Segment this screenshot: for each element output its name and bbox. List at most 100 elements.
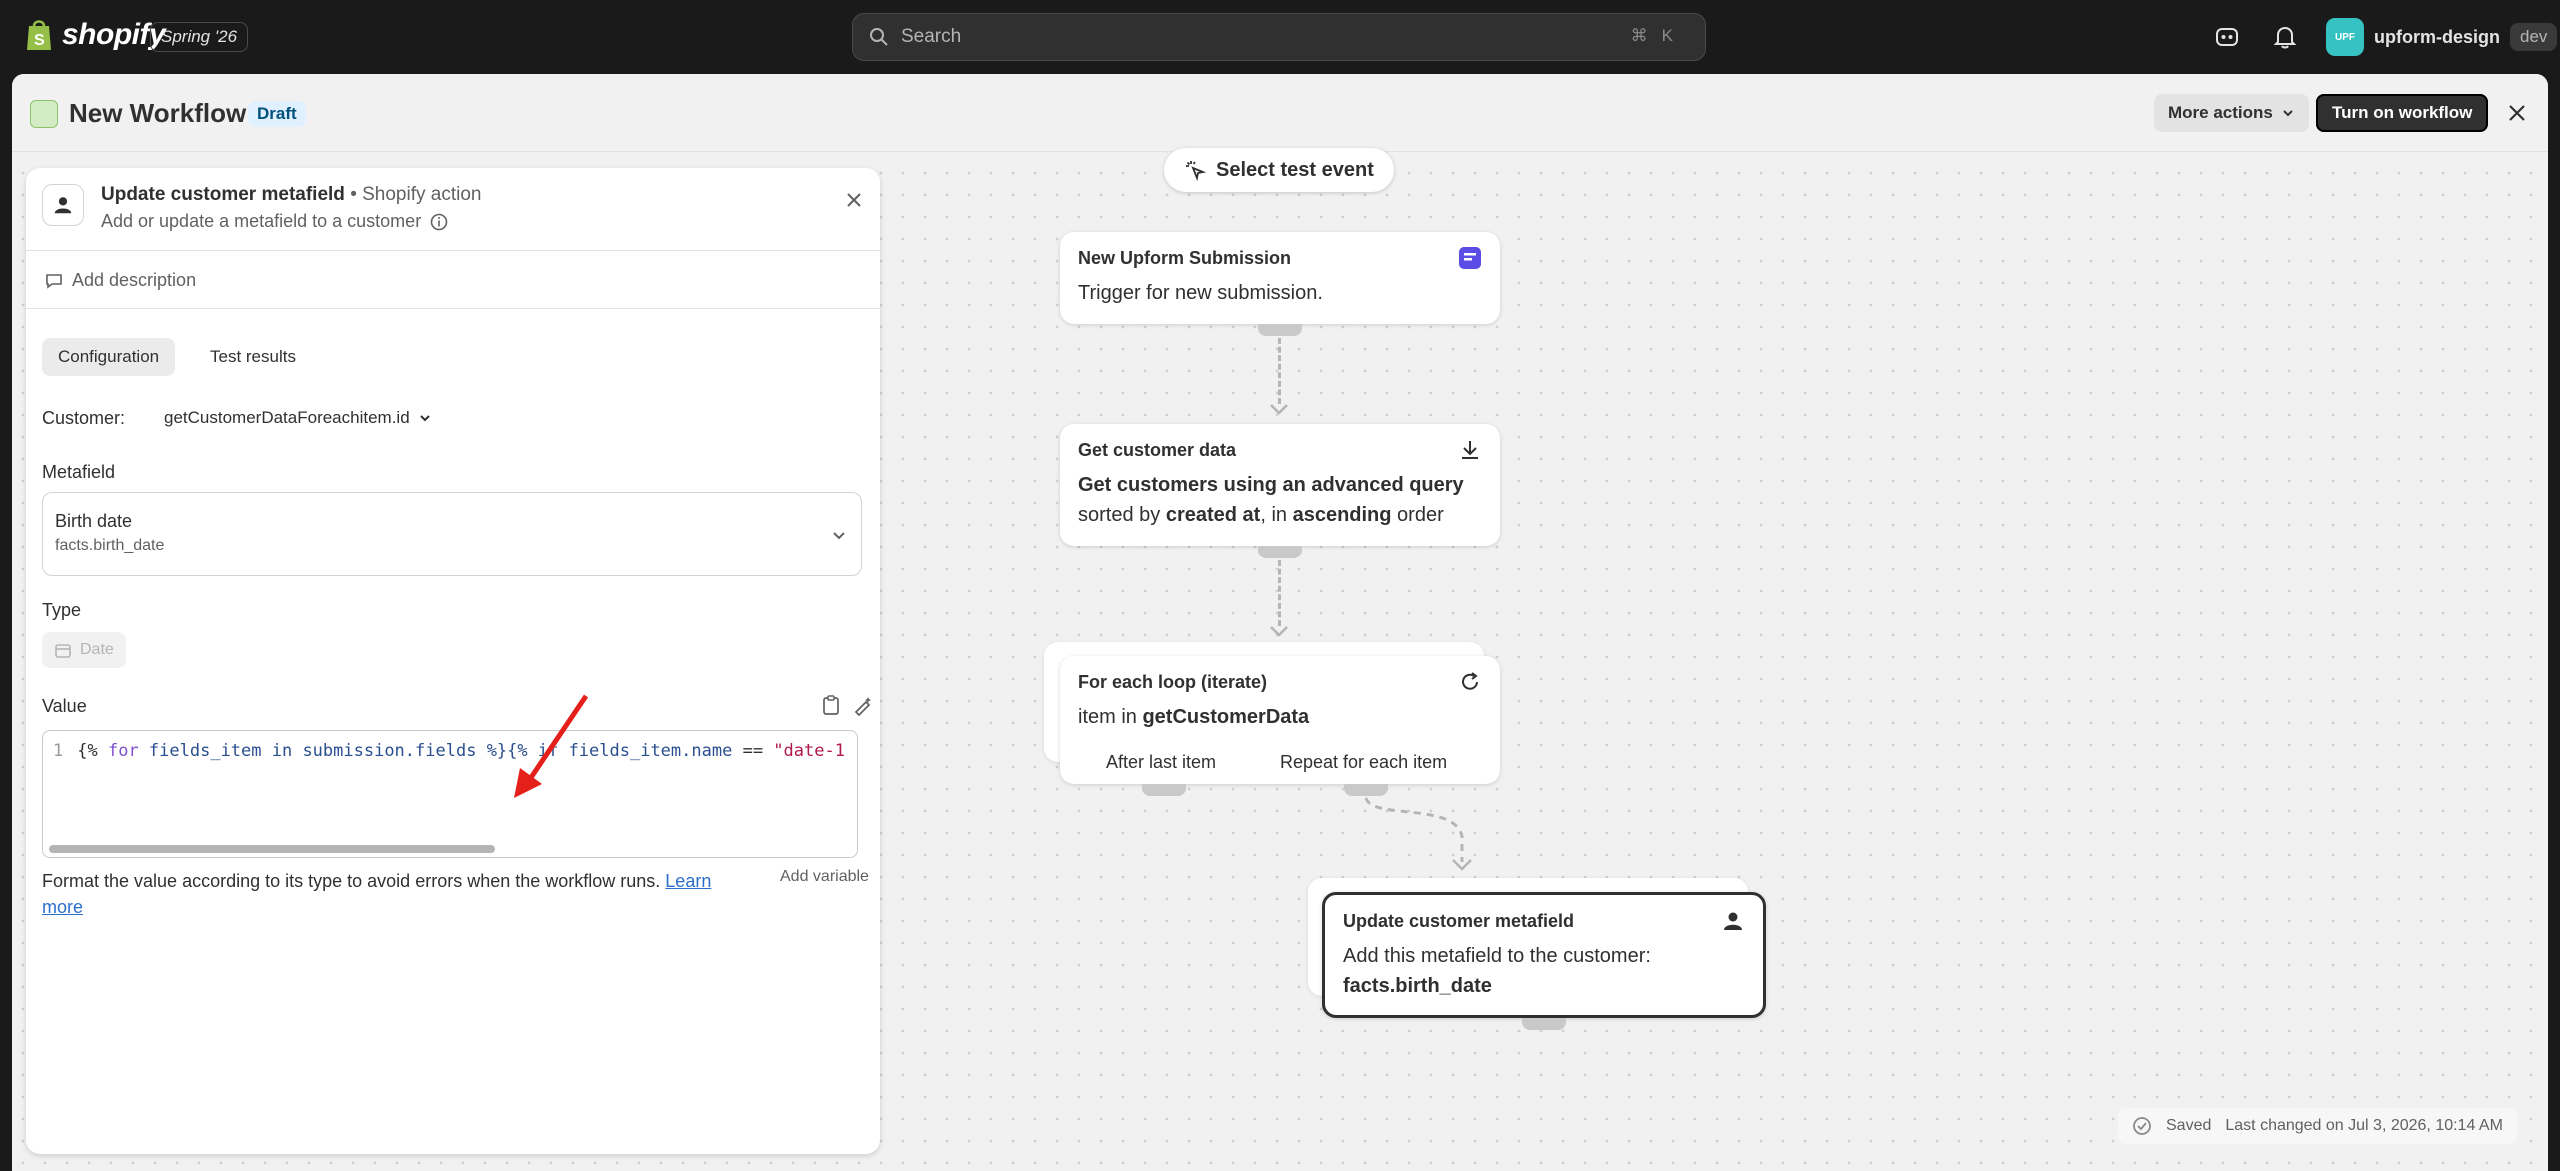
code-token: {% [77,741,108,761]
select-test-event-button[interactable]: Select test event [1164,148,1394,192]
customer-select[interactable]: getCustomerDataForeachitem.id [164,408,432,428]
store-name: upform-design [2374,26,2500,47]
person-icon [54,197,72,214]
edition-badge[interactable]: Spring '26 [150,22,249,52]
code-token: .name [681,741,733,761]
action-icon-box [42,184,84,226]
code-token: fields_item in submission [138,741,405,761]
workflow-editor: New Workflow Draft More actions Turn on … [12,74,2548,1171]
chevron-down-icon [833,532,845,540]
refresh-loop-icon [1462,672,1478,690]
loop-source: getCustomerData [1142,706,1310,728]
code-line: 1 {% for fields_item in submission.fields… [53,741,845,761]
flow-app-icon [30,100,58,128]
close-panel-icon[interactable] [844,190,864,210]
store-avatar: UPF [2326,18,2364,56]
node-connector[interactable] [1344,784,1388,796]
action-name: Update customer metafield [101,184,345,205]
metafield-key: facts.birth_date [1343,975,1492,997]
customer-label: Customer: [42,408,126,428]
node-connector[interactable] [1142,784,1186,796]
code-token: .fields [404,741,477,761]
clipboard-icon[interactable] [820,694,842,716]
code-token: == [732,741,774,761]
top-bar: S shopify Spring '26 Search ⌘K UPF upfor… [0,0,2560,74]
metafield-key: facts.birth_date [55,537,165,554]
divider [26,250,880,251]
help-text: Format the value according to its type t… [42,871,666,891]
repeat-each-item-branch[interactable]: Repeat for each item [1280,752,1447,773]
node-connector[interactable] [1258,324,1302,336]
node-body: item in getCustomerData [1078,702,1309,732]
node-body: Trigger for new submission. [1078,282,1323,304]
info-icon[interactable] [429,212,449,232]
svg-text:S: S [34,32,45,49]
horizontal-scrollbar[interactable] [49,845,495,853]
select-test-event-label: Select test event [1216,158,1374,181]
get-customer-data-node[interactable]: Get customer data Get customers using an… [1060,424,1500,546]
value-code-editor[interactable]: 1 {% for fields_item in submission.fields… [42,730,858,858]
body-text: item in [1078,706,1143,728]
action-source: Shopify action [362,184,482,205]
store-switcher[interactable]: UPF upform-design dev [2326,18,2558,56]
body-text: , in [1260,504,1293,526]
add-description-label: Add description [72,270,197,290]
comment-icon [46,273,62,289]
trigger-node[interactable]: New Upform Submission Trigger for new su… [1060,232,1500,324]
notifications-bell-icon[interactable] [2272,24,2298,50]
more-actions-label: More actions [2168,103,2273,122]
customer-value: getCustomerDataForeachitem.id [164,408,410,427]
type-value-chip: Date [42,632,126,668]
sort-field: created at [1165,504,1261,526]
search-input[interactable]: Search ⌘K [852,13,1706,61]
shopify-logo[interactable]: S shopify [24,18,166,52]
chevron-down-icon [2283,110,2293,117]
shortcut-cmd: ⌘ [1630,26,1662,45]
metafield-label: Metafield [42,462,116,482]
save-status: Saved Last changed on Jul 3, 2026, 10:14… [2118,1108,2517,1144]
arrow-down-icon [1270,404,1288,415]
action-title: Update customer metafield • Shopify acti… [101,184,482,205]
connector-line [1278,338,1281,404]
close-icon[interactable] [2506,102,2528,124]
check-circle-icon [2133,1117,2151,1135]
status-badge: Draft [248,101,306,127]
store-env-badge: dev [2510,23,2558,51]
after-last-item-branch[interactable]: After last item [1106,752,1216,773]
update-customer-metafield-node[interactable]: Update customer metafield Add this metaf… [1322,892,1766,1018]
connector-line [1278,560,1281,626]
node-title: Update customer metafield [1343,911,1575,931]
add-description-button[interactable]: Add description [44,270,196,291]
code-token: "date-1 [773,741,845,761]
search-shortcut: ⌘K [1631,26,1687,46]
type-value: Date [80,641,114,658]
body-text: sorted by [1078,504,1166,526]
body-text: order [1391,504,1444,526]
metafield-name: Birth date [55,511,133,531]
value-label: Value [42,696,87,716]
tab-configuration[interactable]: Configuration [42,338,176,376]
metafield-select[interactable]: Birth date facts.birth_date [42,492,862,576]
node-title: For each loop (iterate) [1078,672,1268,692]
person-icon [1724,912,1742,930]
description-text: Add or update a metafield to a customer [101,211,422,231]
magic-edit-icon[interactable] [852,694,874,716]
search-placeholder: Search [901,26,962,47]
add-variable-button[interactable]: Add variable [780,868,869,886]
turn-on-workflow-button[interactable]: Turn on workflow [2316,94,2489,132]
chevron-down-icon [419,415,430,422]
workflow-title[interactable]: New Workflow [69,98,246,129]
for-each-loop-node[interactable]: For each loop (iterate) item in getCusto… [1060,656,1500,784]
node-body: Add this metafield to the customer: facts… [1343,941,1651,1001]
pointer-click-icon [1186,161,1206,181]
value-help-text: Format the value according to its type t… [42,868,742,920]
node-title: New Upform Submission [1078,248,1292,268]
more-actions-button[interactable]: More actions [2154,94,2309,132]
tab-test-results[interactable]: Test results [194,338,312,376]
type-label: Type [42,600,82,620]
node-connector[interactable] [1258,546,1302,558]
code-token: for [107,741,139,761]
sidekick-icon[interactable] [2214,24,2240,50]
node-connector[interactable] [1522,1018,1566,1030]
node-body: Get customers using an advanced query so… [1078,470,1464,530]
